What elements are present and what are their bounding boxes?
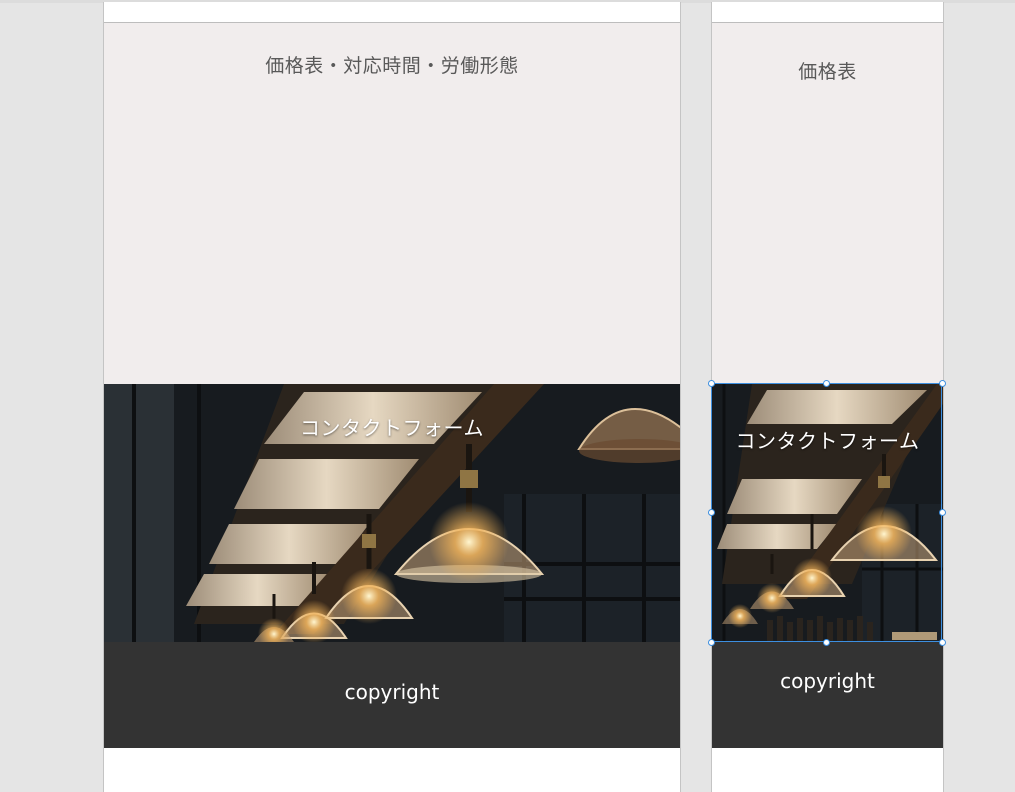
price-section[interactable]: 価格表・対応時間・労働形態 xyxy=(104,23,680,385)
resize-handle-bottom-left[interactable] xyxy=(708,639,715,646)
contact-section-title: コンタクトフォーム xyxy=(735,429,920,453)
copyright-text: copyright xyxy=(344,680,440,704)
resize-handle-middle-left[interactable] xyxy=(708,509,715,516)
resize-handle-top-left[interactable] xyxy=(708,380,715,387)
artboard-mobile[interactable]: 価格表 コンタクトフォーム copyright xyxy=(711,2,944,792)
contact-section-title: コンタクトフォーム xyxy=(300,416,484,440)
price-section-title: 価格表 xyxy=(798,61,857,83)
contact-section[interactable]: コンタクトフォーム xyxy=(104,384,680,642)
contact-section[interactable]: コンタクトフォーム xyxy=(712,384,943,642)
header-section[interactable] xyxy=(712,2,943,23)
resize-handle-top-right[interactable] xyxy=(939,380,946,387)
footer-section[interactable]: copyright xyxy=(104,642,680,748)
pendant-lamps-photo xyxy=(712,384,943,642)
price-section[interactable]: 価格表 xyxy=(712,23,943,385)
resize-handle-middle-right[interactable] xyxy=(939,509,946,516)
header-section[interactable] xyxy=(104,2,680,23)
resize-handle-bottom-center[interactable] xyxy=(823,639,830,646)
footer-section[interactable]: copyright xyxy=(712,642,943,748)
copyright-text: copyright xyxy=(780,669,875,693)
resize-handle-top-center[interactable] xyxy=(823,380,830,387)
price-section-title: 価格表・対応時間・労働形態 xyxy=(265,55,519,77)
resize-handle-bottom-right[interactable] xyxy=(939,639,946,646)
artboard-desktop[interactable]: 価格表・対応時間・労働形態 コンタクトフォーム copyright xyxy=(103,2,681,792)
